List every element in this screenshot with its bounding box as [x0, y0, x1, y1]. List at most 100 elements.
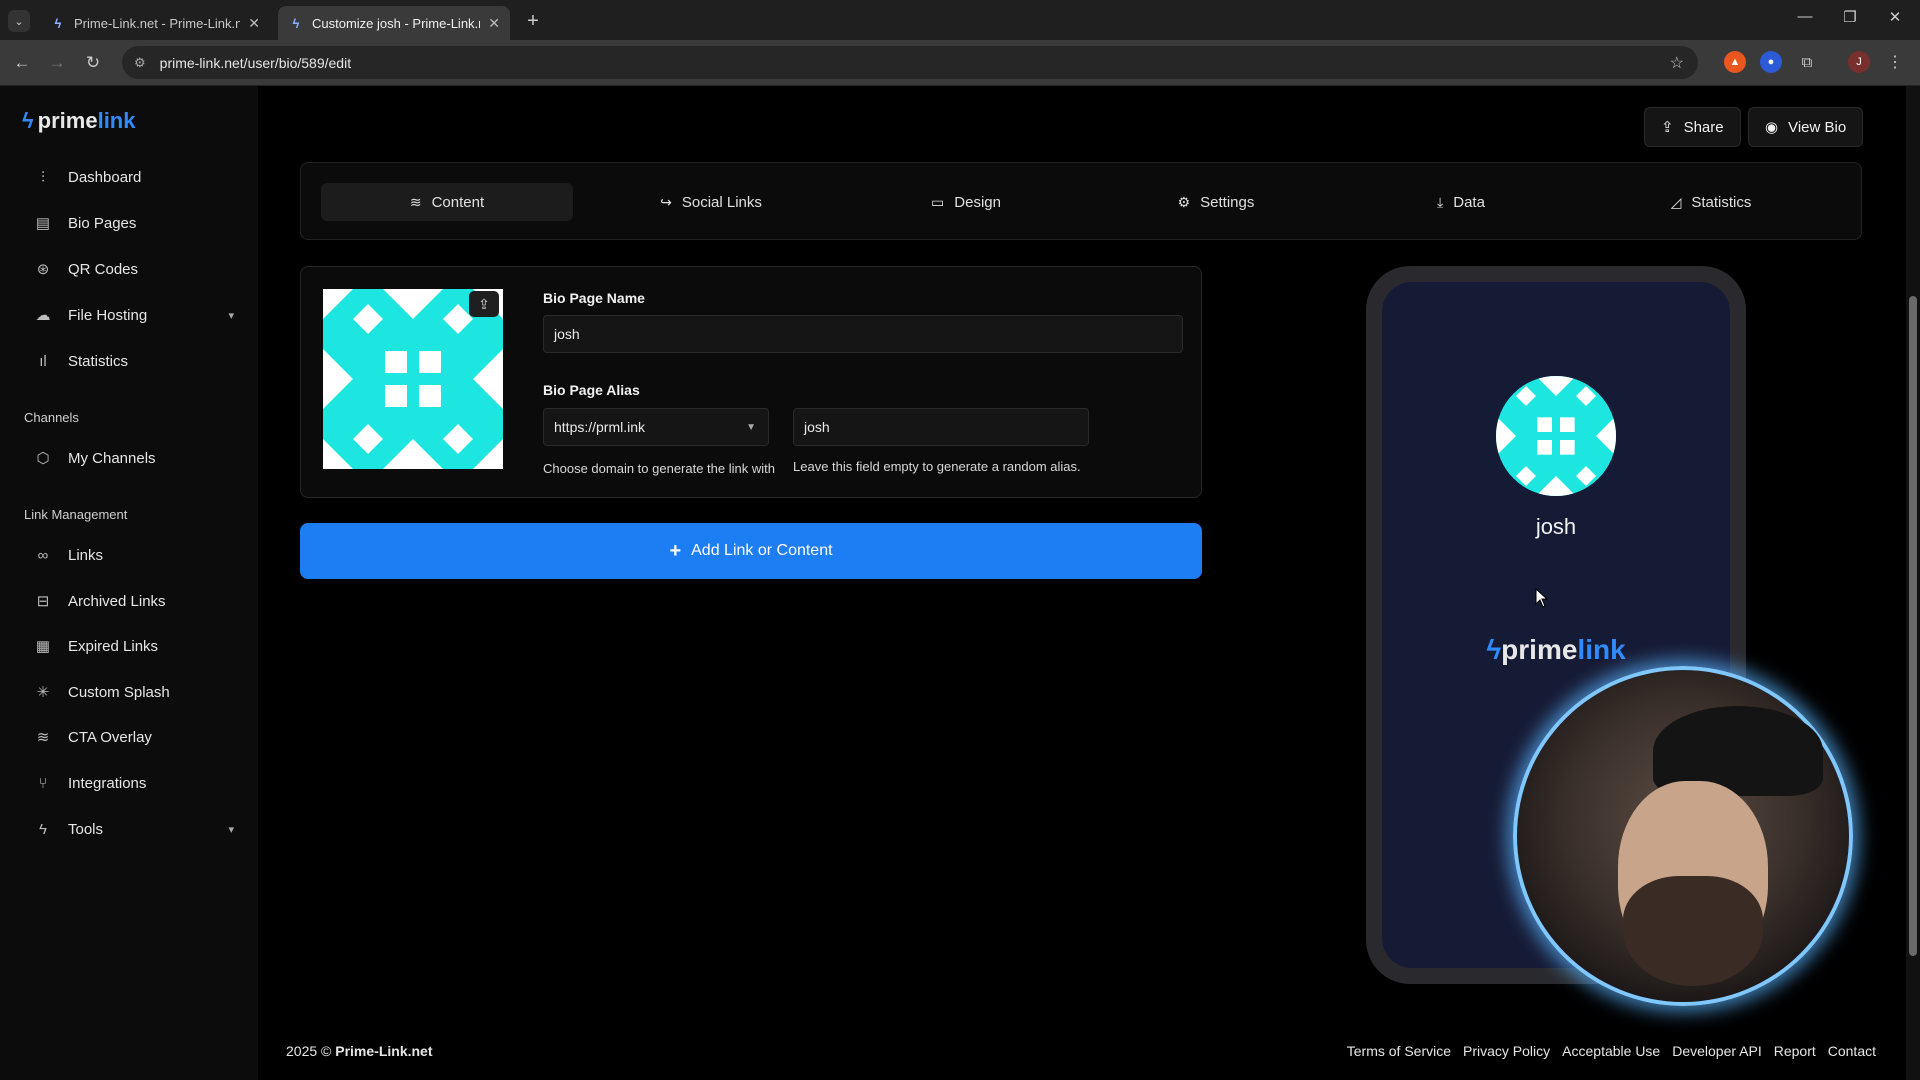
- browser-tab-primelink[interactable]: ϟ Prime-Link.net - Prime-Link.net ✕: [40, 6, 270, 40]
- sidebar-item-archived-links[interactable]: ⊟ Archived Links: [34, 586, 234, 616]
- calendar-icon: ▦: [35, 638, 51, 655]
- sidebar-item-custom-splash[interactable]: ✳ Custom Splash: [34, 677, 234, 707]
- view-bio-button-label: View Bio: [1788, 118, 1847, 136]
- browser-toolbar: ← → ↻ ⚙ prime-link.net/user/bio/589/edit…: [0, 40, 1920, 86]
- preview-primelink-logo: ϟprimelink: [1382, 634, 1730, 666]
- chevron-down-icon: ▾: [228, 823, 234, 836]
- sidebar-item-label: Dashboard: [68, 168, 142, 186]
- sidebar-item-links[interactable]: ∞ Links: [34, 540, 234, 570]
- sidebar-item-cta-overlay[interactable]: ≋ CTA Overlay: [34, 722, 234, 752]
- sidebar-item-qr-codes[interactable]: ⊛ QR Codes: [34, 254, 234, 284]
- sidebar-item-label: Bio Pages: [68, 214, 137, 232]
- bookmark-star-icon[interactable]: ☆: [1670, 53, 1684, 73]
- bio-page-alias-label: Bio Page Alias: [543, 382, 640, 398]
- share-button[interactable]: ⇪ Share: [1644, 107, 1741, 147]
- forward-arrow-icon[interactable]: →: [45, 51, 69, 75]
- sidebar-item-label: CTA Overlay: [68, 728, 152, 746]
- geometric-pattern-image: [1496, 376, 1616, 496]
- sidebar-item-label: Expired Links: [68, 637, 159, 655]
- footer-links: Terms of Service Privacy Policy Acceptab…: [1347, 1043, 1876, 1059]
- primelink-bolt-icon: ϟ: [1486, 634, 1502, 665]
- footer-link-terms[interactable]: Terms of Service: [1347, 1043, 1451, 1059]
- browser-tab-title: Customize josh - Prime-Link.ne: [312, 15, 481, 31]
- tab-statistics[interactable]: ◿ Statistics: [1591, 183, 1831, 221]
- tab-label: Content: [431, 193, 485, 211]
- profile-avatar[interactable]: J: [1848, 51, 1870, 73]
- back-arrow-icon[interactable]: ←: [10, 51, 34, 75]
- tab-design[interactable]: ▭ Design: [846, 183, 1086, 221]
- reload-icon[interactable]: ↻: [81, 51, 105, 75]
- upload-image-icon[interactable]: ⇪: [469, 291, 499, 317]
- browser-tab-customize[interactable]: ϟ Customize josh - Prime-Link.ne ✕: [278, 6, 510, 40]
- footer-link-developer-api[interactable]: Developer API: [1672, 1043, 1762, 1059]
- cloud-upload-icon: ☁: [35, 307, 51, 324]
- footer-link-acceptable-use[interactable]: Acceptable Use: [1562, 1043, 1660, 1059]
- sidebar-item-dashboard[interactable]: ⫶ Dashboard: [34, 162, 234, 192]
- layout-icon: ▤: [35, 215, 51, 232]
- close-tab-icon[interactable]: ✕: [488, 15, 500, 32]
- primelink-favicon-icon: ϟ: [54, 15, 62, 31]
- extension-fox-icon[interactable]: ▲: [1724, 51, 1746, 73]
- domain-help-text: Choose domain to generate the link with: [543, 461, 775, 476]
- sidebar-item-file-hosting[interactable]: ☁ File Hosting ▾: [34, 300, 235, 330]
- tab-label: Design: [954, 193, 1001, 211]
- sidebar-item-expired-links[interactable]: ▦ Expired Links: [34, 631, 234, 661]
- new-tab-plus-icon[interactable]: +: [520, 8, 546, 34]
- browser-tab-title: Prime-Link.net - Prime-Link.net: [74, 15, 241, 31]
- footer-year: 2025 ©: [286, 1043, 332, 1059]
- view-bio-button[interactable]: ◉ View Bio: [1748, 107, 1864, 147]
- bio-page-name-input[interactable]: josh: [543, 315, 1183, 353]
- preview-name: josh: [1535, 514, 1577, 539]
- add-link-or-content-button[interactable]: + Add Link or Content: [300, 523, 1202, 579]
- page-scrollbar[interactable]: [1906, 86, 1920, 1080]
- bio-settings-card: ⇪ Bio Page Name josh Bio Page Alias http…: [300, 266, 1202, 498]
- footer-link-contact[interactable]: Contact: [1828, 1043, 1876, 1059]
- close-tab-icon[interactable]: ✕: [248, 15, 260, 32]
- tab-data[interactable]: ⤓ Data: [1341, 183, 1581, 221]
- sidebar-item-statistics[interactable]: ıl Statistics: [34, 346, 234, 376]
- footer-link-report[interactable]: Report: [1774, 1043, 1816, 1059]
- sidebar-item-label: File Hosting: [68, 306, 148, 324]
- gears-icon: ⚙: [1177, 193, 1191, 210]
- tab-content[interactable]: ≋ Content: [321, 183, 573, 221]
- section-label-channels: Channels: [24, 410, 79, 425]
- add-button-label: Add Link or Content: [691, 542, 833, 559]
- sidebar-item-label: Archived Links: [68, 592, 166, 610]
- alias-input[interactable]: josh: [793, 408, 1089, 446]
- loader-icon: ✳: [36, 684, 50, 701]
- mouse-cursor-icon: [1535, 588, 1549, 608]
- tab-social-links[interactable]: ↪ Social Links: [591, 183, 831, 221]
- sidebar-item-my-channels[interactable]: ⬡ My Channels: [34, 443, 234, 473]
- sidebar-item-label: Tools: [68, 820, 104, 838]
- footer-link-privacy[interactable]: Privacy Policy: [1463, 1043, 1550, 1059]
- tab-list-chevron-icon[interactable]: ⌄: [8, 10, 30, 32]
- monitor-icon: ▭: [931, 193, 945, 210]
- bar-chart-icon: ıl: [39, 352, 47, 370]
- bio-page-name-label: Bio Page Name: [543, 290, 645, 306]
- primelink-logo[interactable]: ϟ prime link: [22, 108, 135, 134]
- logo-text-prime: prime: [1501, 634, 1578, 665]
- download-icon: ⤓: [1437, 193, 1444, 210]
- logo-text-link: link: [1577, 634, 1626, 665]
- domain-select[interactable]: https://prml.ink ▼: [543, 408, 769, 446]
- chevron-down-icon: ▾: [228, 309, 234, 322]
- site-info-icon[interactable]: ⚙: [134, 55, 146, 71]
- footer-copyright: 2025 © Prime-Link.net: [286, 1043, 433, 1059]
- restore-icon[interactable]: ❐: [1835, 8, 1865, 26]
- sidebar-item-bio-pages[interactable]: ▤ Bio Pages: [34, 208, 234, 238]
- minimize-icon[interactable]: —: [1790, 8, 1820, 25]
- url-text: prime-link.net/user/bio/589/edit: [159, 54, 352, 71]
- extension-circle-icon[interactable]: ●: [1760, 51, 1782, 73]
- layers-icon: ≋: [409, 193, 422, 210]
- extensions-puzzle-icon[interactable]: ⧉: [1796, 51, 1818, 73]
- close-window-icon[interactable]: ✕: [1880, 8, 1910, 26]
- sidebar-item-integrations[interactable]: ⑂ Integrations: [34, 768, 234, 798]
- link-icon: ∞: [37, 546, 49, 564]
- browser-menu-icon[interactable]: ⋮: [1884, 51, 1906, 73]
- address-bar[interactable]: ⚙ prime-link.net/user/bio/589/edit ☆: [122, 46, 1698, 79]
- tab-settings[interactable]: ⚙ Settings: [1096, 183, 1336, 221]
- sidebar-item-tools[interactable]: ϟ Tools ▾: [34, 814, 234, 844]
- scrollbar-thumb[interactable]: [1909, 296, 1917, 956]
- sidebar-item-label: Integrations: [68, 774, 147, 792]
- tab-label: Social Links: [681, 193, 762, 211]
